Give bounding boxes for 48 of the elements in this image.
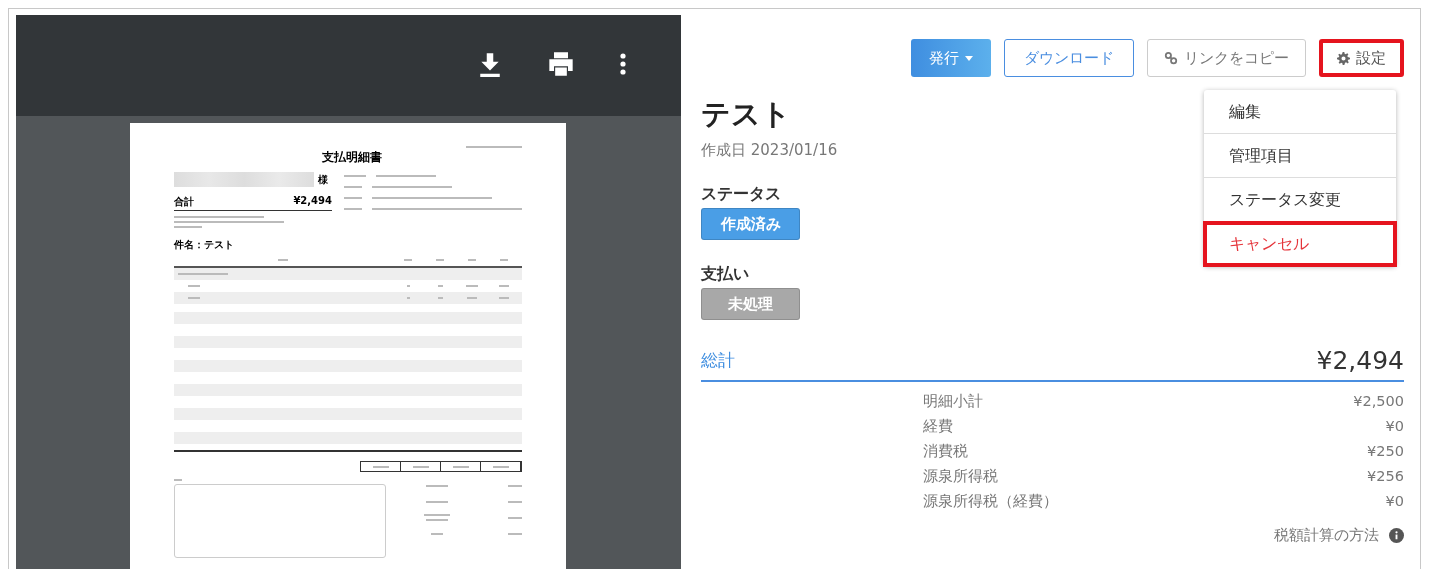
document-title: 支払明細書 — [322, 149, 382, 166]
breakdown-label: 源泉所得税 — [923, 467, 998, 486]
menu-item[interactable]: キャンセル — [1204, 222, 1396, 266]
blurred-text — [426, 500, 448, 503]
subject-text: 件名：テスト — [174, 238, 234, 252]
blurred-text — [508, 532, 522, 535]
breakdown-label: 源泉所得税（経費） — [923, 492, 1058, 511]
tax-method-link[interactable]: 税額計算の方法 — [1274, 526, 1379, 545]
blurred-text — [452, 465, 469, 468]
breakdown-value: ¥0 — [1385, 417, 1404, 436]
breakdown-label: 経費 — [923, 417, 953, 436]
blurred-text — [508, 516, 522, 519]
menu-item[interactable]: ステータス変更 — [1204, 178, 1396, 222]
total-amount: ¥2,494 — [1316, 346, 1404, 375]
total-value: ¥2,494 — [293, 195, 332, 208]
copy-link-button[interactable]: リンクをコピー — [1147, 39, 1306, 77]
blurred-text — [508, 484, 522, 487]
status-badge: 作成済み — [701, 208, 800, 240]
total-label: 合計 — [174, 195, 194, 209]
breakdown-value: ¥0 — [1385, 492, 1404, 511]
blurred-text — [412, 465, 429, 468]
link-icon — [1164, 51, 1178, 65]
blurred-text — [508, 500, 522, 503]
status-label: 支払い — [701, 264, 749, 285]
breakdown-value: ¥2,500 — [1353, 392, 1404, 411]
created-date: 作成日 2023/01/16 — [701, 141, 838, 160]
caret-icon — [965, 55, 973, 61]
blurred-text — [492, 465, 509, 468]
blurred-text — [426, 484, 448, 487]
honorific: 様 — [318, 172, 328, 187]
issue-button[interactable]: 発行 — [911, 39, 991, 77]
status-badge: 未処理 — [701, 288, 800, 320]
download-button[interactable]: ダウンロード — [1004, 39, 1134, 77]
gear-icon — [1337, 51, 1350, 65]
breakdown-label: 消費税 — [923, 442, 968, 461]
breakdown-value: ¥256 — [1367, 467, 1404, 486]
record-title: テスト — [701, 96, 791, 133]
menu-item[interactable]: 管理項目 — [1204, 134, 1396, 178]
settings-button[interactable]: 設定 — [1319, 39, 1404, 77]
info-icon[interactable] — [1389, 528, 1404, 543]
breakdown-label: 明細小計 — [923, 392, 983, 411]
status-label: ステータス — [701, 184, 781, 205]
blurred-text — [372, 465, 389, 468]
breakdown-value: ¥250 — [1367, 442, 1404, 461]
menu-item[interactable]: 編集 — [1204, 90, 1396, 134]
total-label: 総計 — [701, 349, 735, 372]
more-icon[interactable] — [619, 50, 627, 77]
blurred-text — [431, 532, 443, 535]
